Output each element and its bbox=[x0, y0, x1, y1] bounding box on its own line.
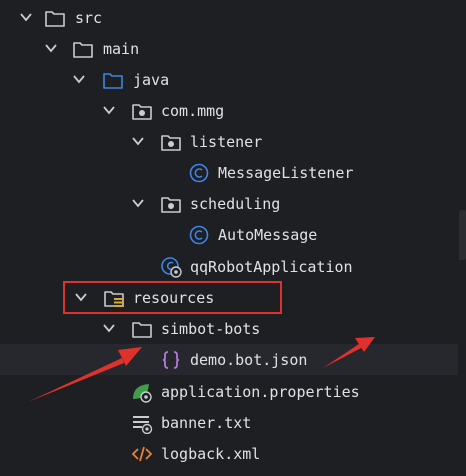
annotation-arrow-left bbox=[28, 347, 142, 402]
annotation-arrows bbox=[28, 337, 375, 402]
annotation-arrow-right bbox=[323, 337, 375, 368]
